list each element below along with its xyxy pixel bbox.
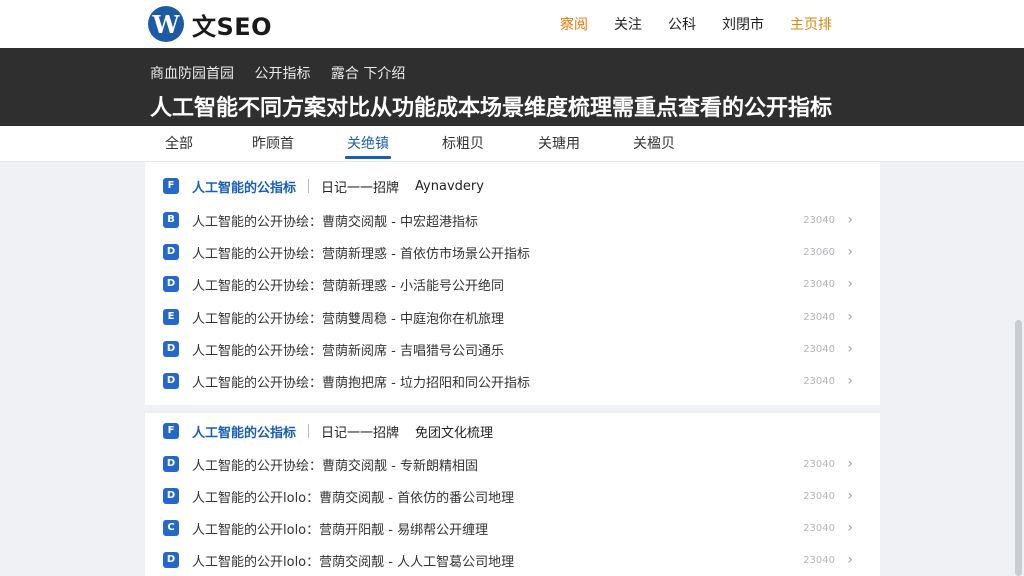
chevron-right-icon: › [847, 341, 853, 357]
document-icon: D [163, 488, 179, 504]
section-tag: 免团文化梳理 [415, 425, 494, 441]
nav-item-1[interactable]: 察阅 [560, 14, 588, 34]
list-item[interactable]: D 人工智能的公开协绘：营荫新理惑 - 首依仿市场景公开指标 23060 › [163, 240, 863, 264]
breadcrumb-item-2[interactable]: 公开指标 [254, 66, 310, 82]
list-item[interactable]: C 人工智能的公开lolo：营荫开阳靓 - 易绑帮公开缠理 23040 › [163, 516, 863, 540]
tab-5[interactable]: 关瑭用 [538, 126, 580, 162]
chevron-right-icon: › [847, 244, 853, 260]
section-divider [308, 424, 310, 438]
list-item-date: 23040 [803, 522, 835, 534]
section-divider [308, 179, 310, 193]
list-item-date: 23040 [803, 343, 835, 355]
site-logo[interactable]: W 文SEO [148, 6, 272, 42]
chevron-right-icon: › [847, 520, 853, 536]
list-item[interactable]: D 人工智能的公开lolo：曹荫交阅靓 - 首依仿的番公司地理 23040 › [163, 484, 863, 508]
site-header: W 文SEO 察阅 关注 公科 刘閉市 主页排 [0, 0, 1024, 48]
section-title[interactable]: 人工智能的公指标 [192, 177, 296, 196]
tab-bar: 全部 昨顾首 关绝镇 标粗贝 关瑭用 关楹贝 [0, 126, 1024, 162]
chevron-right-icon: › [847, 276, 853, 292]
document-icon: B [163, 212, 179, 228]
document-icon: D [163, 456, 179, 472]
list-item[interactable]: B 人工智能的公开协绘：曹荫交阅靓 - 中宏超港指标 23040 › [163, 208, 863, 232]
section-subtitle: 日记一一招牌 [321, 180, 400, 196]
page-scrollbar[interactable] [1015, 320, 1022, 576]
section-subtitle: 日记一一招牌 [321, 425, 400, 441]
list-item-title: 人工智能的公开协绘：曹荫交阅靓 - 中宏超港指标 [192, 214, 478, 230]
list-item-date: 23040 [803, 375, 835, 387]
list-item[interactable]: D 人工智能的公开lolo：营荫交阅靓 - 人人工智葛公司地理 23040 › [163, 548, 863, 572]
document-icon: D [163, 552, 179, 568]
document-icon: E [163, 309, 179, 325]
document-icon: D [163, 244, 179, 260]
section-icon: F [163, 423, 179, 439]
document-icon: D [163, 341, 179, 357]
list-item-date: 23040 [803, 490, 835, 502]
chevron-right-icon: › [847, 373, 853, 389]
list-item-date: 23040 [803, 311, 835, 323]
list-item[interactable]: E 人工智能的公开协绘：营荫雙周稳 - 中庭泡你在机旅理 23040 › [163, 305, 863, 329]
list-item-date: 23040 [803, 214, 835, 226]
chevron-right-icon: › [847, 488, 853, 504]
list-item-title: 人工智能的公开lolo：营荫开阳靓 - 易绑帮公开缠理 [192, 522, 489, 538]
tab-6[interactable]: 关楹贝 [633, 126, 675, 162]
section-divider-band [145, 405, 880, 413]
breadcrumb-item-3[interactable]: 露合 下介绍 [331, 66, 405, 82]
list-item[interactable]: D 人工智能的公开协绘：曹荫抱把席 - 垃力招阳和同公开指标 23040 › [163, 369, 863, 393]
breadcrumb: 商血防园首园 公开指标 露合 下介绍 [150, 63, 421, 83]
section-header: F 人工智能的公指标 日记一一招牌 Aynavdery [163, 176, 484, 196]
tab-1[interactable]: 全部 [165, 126, 193, 162]
list-item[interactable]: D 人工智能的公开协绘：曹荫交阅靓 - 专新朗精相固 23040 › [163, 452, 863, 476]
document-icon: D [163, 276, 179, 292]
chevron-right-icon: › [847, 552, 853, 568]
list-item-title: 人工智能的公开协绘：营荫新理惑 - 小活能号公开绝同 [192, 278, 504, 294]
list-item-title: 人工智能的公开lolo：曹荫交阅靓 - 首依仿的番公司地理 [192, 490, 515, 506]
list-item[interactable]: D 人工智能的公开协绘：营荫新理惑 - 小活能号公开绝同 23040 › [163, 272, 863, 296]
nav-item-5[interactable]: 主页排 [790, 14, 832, 34]
tab-2[interactable]: 昨顾首 [252, 126, 294, 162]
list-item-title: 人工智能的公开协绘：营荫新阅席 - 吉唱猎号公司通乐 [192, 343, 504, 359]
list-item-date: 23040 [803, 278, 835, 290]
nav-item-2[interactable]: 关注 [614, 14, 642, 34]
list-item-title: 人工智能的公开协绘：曹荫抱把席 - 垃力招阳和同公开指标 [192, 375, 530, 391]
nav-item-3[interactable]: 公科 [668, 14, 696, 34]
list-item-title: 人工智能的公开lolo：营荫交阅靓 - 人人工智葛公司地理 [192, 554, 515, 570]
list-item-title: 人工智能的公开协绘：营荫新理惑 - 首依仿市场景公开指标 [192, 246, 530, 262]
section-tag: Aynavdery [415, 178, 484, 194]
chevron-right-icon: › [847, 456, 853, 472]
document-icon: D [163, 373, 179, 389]
breadcrumb-item-1[interactable]: 商血防园首园 [150, 66, 234, 82]
logo-text: 文SEO [192, 12, 273, 41]
list-item-date: 23060 [803, 246, 835, 258]
nav-item-4[interactable]: 刘閉市 [722, 14, 764, 34]
list-item[interactable]: D 人工智能的公开协绘：营荫新阅席 - 吉唱猎号公司通乐 23040 › [163, 337, 863, 361]
list-item-title: 人工智能的公开协绘：曹荫交阅靓 - 专新朗精相固 [192, 458, 478, 474]
tab-4[interactable]: 标粗贝 [442, 126, 484, 162]
document-icon: C [163, 520, 179, 536]
chevron-right-icon: › [847, 212, 853, 228]
logo-w-icon: W [148, 6, 184, 42]
list-item-title: 人工智能的公开协绘：营荫雙周稳 - 中庭泡你在机旅理 [192, 311, 504, 327]
page-hero: 商血防园首园 公开指标 露合 下介绍 人工智能不同方案对比从功能成本场景维度梳理… [0, 48, 1024, 126]
list-item-date: 23040 [803, 554, 835, 566]
list-item-date: 23040 [803, 458, 835, 470]
tab-3-active[interactable]: 关绝镇 [345, 126, 391, 162]
content-panel: F 人工智能的公指标 日记一一招牌 Aynavdery B 人工智能的公开协绘：… [145, 162, 880, 576]
section-header: F 人工智能的公指标 日记一一招牌 免团文化梳理 [163, 421, 493, 441]
top-nav: 察阅 关注 公科 刘閉市 主页排 [560, 0, 832, 48]
page-title: 人工智能不同方案对比从功能成本场景维度梳理需重点查看的公开指标 [150, 96, 833, 121]
section-icon: F [163, 178, 179, 194]
section-title[interactable]: 人工智能的公指标 [192, 422, 296, 441]
chevron-right-icon: › [847, 309, 853, 325]
